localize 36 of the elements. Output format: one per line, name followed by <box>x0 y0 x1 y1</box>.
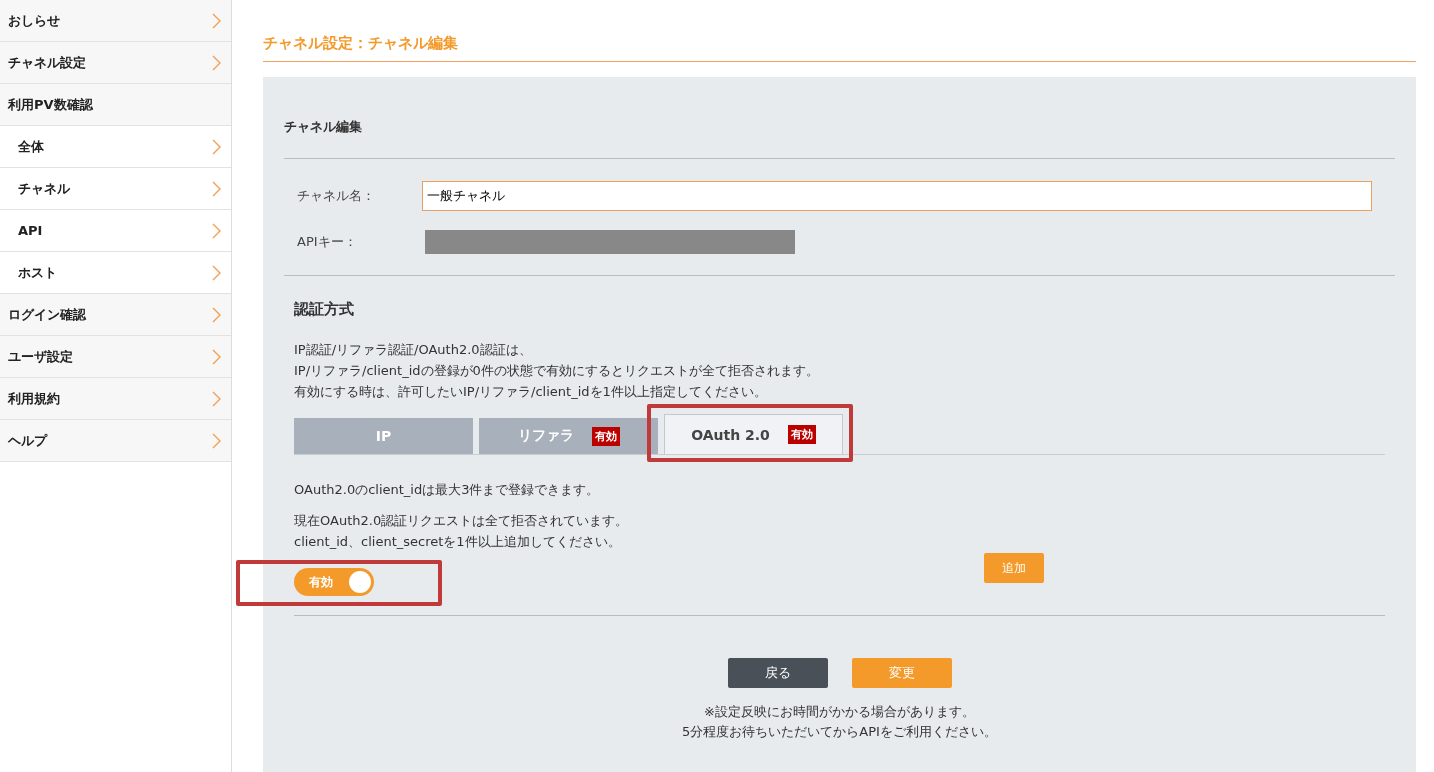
sidebar-item[interactable]: 利用PV数確認 <box>0 84 231 126</box>
sidebar-item[interactable]: チャネル設定 <box>0 42 231 84</box>
warning-text: client_id、client_secretを1件以上追加してください。 <box>294 533 622 551</box>
sidebar-item[interactable]: ログイン確認 <box>0 294 231 336</box>
chevron-icon <box>212 432 221 449</box>
limit-note: OAuth2.0のclient_idは最大3件まで登録できます。 <box>294 481 601 499</box>
chevron-icon <box>212 54 221 71</box>
status-badge: 有効 <box>787 425 816 444</box>
chevron-icon <box>212 306 221 323</box>
page-title: チャネル設定：チャネル編集 <box>263 34 1416 62</box>
status-badge: 有効 <box>591 426 620 446</box>
note-text: 5分程度お待ちいただいてからAPIをご利用ください。 <box>681 723 998 741</box>
tab[interactable]: OAuth 2.0 有効 <box>664 414 843 454</box>
sidebar-item[interactable]: おしらせ <box>0 0 231 42</box>
description-text: IP/リファラ/client_idの登録が0件の状態で有効にするとリクエストが全て拒否されます。 <box>294 362 820 380</box>
sidebar-item[interactable]: 利用規約 <box>0 378 231 420</box>
sidebar-item[interactable]: ヘルプ <box>0 420 231 462</box>
chevron-icon <box>212 222 221 239</box>
description-text: 有効にする時は、許可したいIP/リファラ/client_idを1件以上指定してください。 <box>294 383 768 401</box>
chevron-icon <box>212 264 221 281</box>
description-text: IP認証/リファラ認証/OAuth2.0認証は、 <box>294 341 533 359</box>
field-label: チャネル名： <box>297 187 376 205</box>
section-heading: 認証方式 <box>294 299 355 320</box>
chevron-icon <box>212 180 221 197</box>
note-text: ※設定反映にお時間がかかる場合があります。 <box>703 703 976 721</box>
input-field[interactable]: 一般チャネル <box>422 181 1372 211</box>
warning-text: 現在OAuth2.0認証リクエストは全て拒否されています。 <box>294 512 630 530</box>
sidebar-item[interactable]: ユーザ設定 <box>0 336 231 378</box>
panel-title: チャネル編集 <box>284 77 1395 159</box>
field-label: APIキー： <box>297 233 358 251</box>
chevron-icon <box>212 12 221 29</box>
back-button[interactable]: 戻る <box>727 658 828 688</box>
tab[interactable]: リファラ 有効 <box>479 418 658 454</box>
chevron-icon <box>212 390 221 407</box>
chevron-icon <box>212 348 221 365</box>
chevron-icon <box>212 138 221 155</box>
